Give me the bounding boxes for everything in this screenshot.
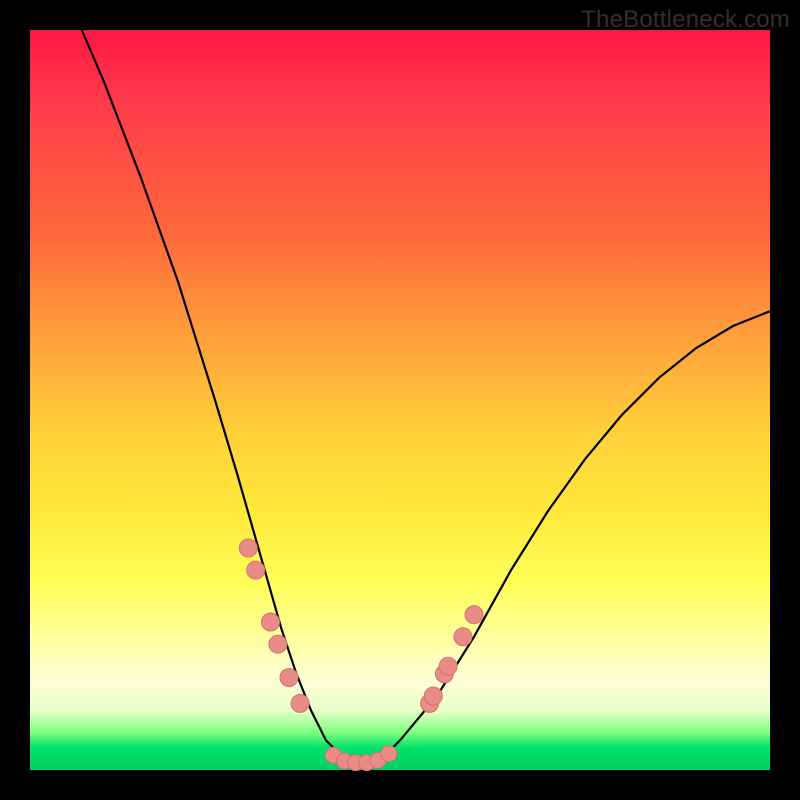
- watermark-text: TheBottleneck.com: [581, 6, 790, 34]
- marker-dot: [280, 669, 298, 687]
- markers-left: [239, 539, 309, 712]
- marker-dot: [247, 561, 265, 579]
- marker-dot: [269, 635, 287, 653]
- marker-dot: [291, 694, 309, 712]
- bottleneck-curve-path: [82, 30, 770, 763]
- marker-dot: [454, 628, 472, 646]
- chart-svg: [30, 30, 770, 770]
- marker-dot: [262, 613, 280, 631]
- marker-dot: [424, 687, 442, 705]
- chart-frame: TheBottleneck.com: [0, 0, 800, 800]
- marker-dot: [381, 746, 397, 762]
- marker-dot: [465, 606, 483, 624]
- marker-dot: [239, 539, 257, 557]
- markers-bottom: [325, 746, 397, 771]
- marker-dot: [439, 657, 457, 675]
- markers-right: [421, 606, 483, 713]
